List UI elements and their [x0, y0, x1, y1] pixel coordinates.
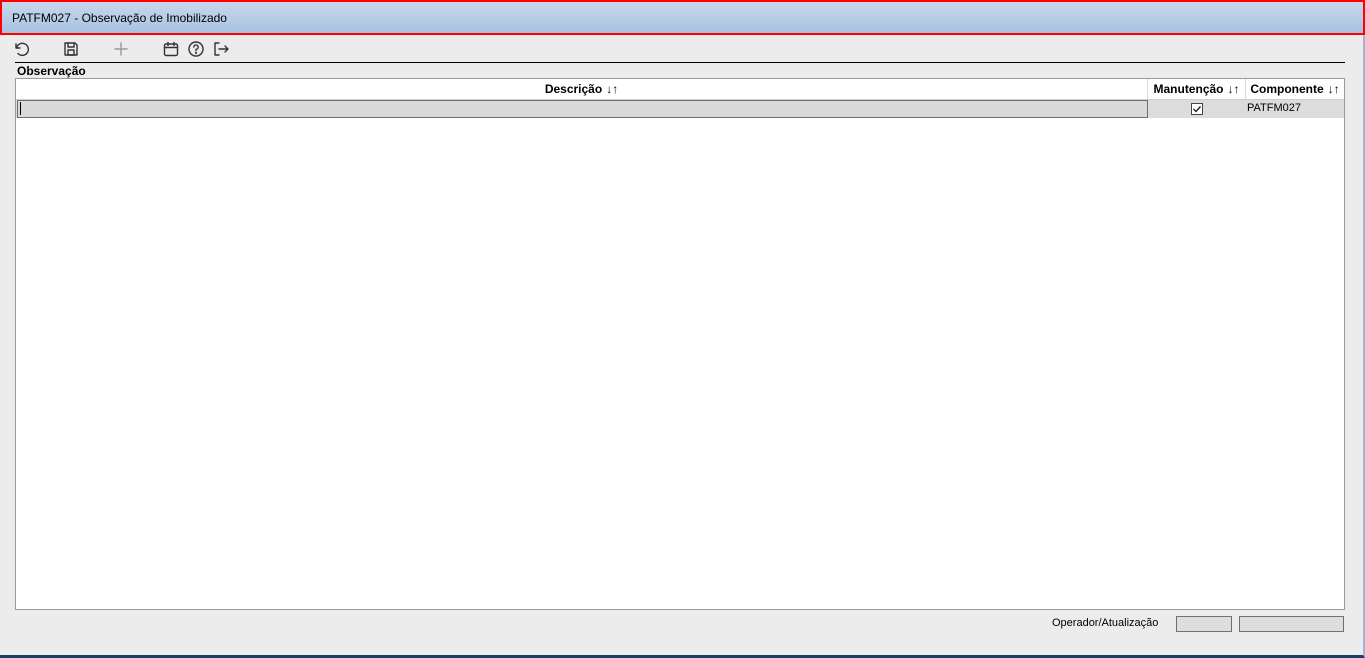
calendar-button[interactable]: [160, 38, 182, 60]
add-button[interactable]: [110, 38, 132, 60]
main-window: PATFM027 - Observação de Imobilizado Obs…: [0, 0, 1365, 658]
help-icon: [188, 41, 204, 57]
section-divider: [15, 62, 1345, 63]
grid-header: Descrição ↓↑ Manutenção ↓↑ Componente ↓↑: [16, 79, 1344, 100]
column-header-manutencao[interactable]: Manutenção ↓↑: [1148, 79, 1246, 99]
column-label: Descrição: [544, 82, 603, 96]
exit-button[interactable]: [210, 38, 232, 60]
column-label: Componente: [1250, 82, 1324, 96]
component-cell: PATFM027: [1247, 102, 1301, 114]
column-label: Manutenção: [1153, 82, 1224, 96]
column-header-descricao[interactable]: Descrição ↓↑: [16, 79, 1148, 99]
text-caret: [20, 102, 21, 115]
operator-field: [1176, 616, 1232, 632]
undo-button[interactable]: [10, 38, 32, 60]
table-row[interactable]: PATFM027: [16, 100, 1344, 118]
update-date-field: [1239, 616, 1344, 632]
save-icon: [64, 42, 78, 56]
sort-icon: ↓↑: [1227, 82, 1240, 96]
toolbar: [0, 36, 1360, 62]
description-input[interactable]: [17, 100, 1148, 118]
check-icon: [1193, 106, 1202, 113]
observation-grid: Descrição ↓↑ Manutenção ↓↑ Componente ↓↑…: [15, 78, 1345, 610]
maintenance-checkbox[interactable]: [1191, 103, 1203, 115]
plus-icon: [114, 42, 128, 56]
title-bar: PATFM027 - Observação de Imobilizado: [0, 0, 1365, 35]
undo-icon: [15, 42, 30, 56]
calendar-icon: [163, 41, 179, 57]
sort-icon: ↓↑: [1327, 82, 1340, 96]
sort-icon: ↓↑: [606, 82, 619, 96]
help-button[interactable]: [185, 38, 207, 60]
column-header-componente[interactable]: Componente ↓↑: [1246, 79, 1344, 99]
exit-icon: [214, 42, 229, 56]
window-title: PATFM027 - Observação de Imobilizado: [12, 10, 227, 25]
section-title: Observação: [17, 64, 86, 78]
operator-label: Operador/Atualização: [1052, 617, 1159, 629]
save-button[interactable]: [60, 38, 82, 60]
